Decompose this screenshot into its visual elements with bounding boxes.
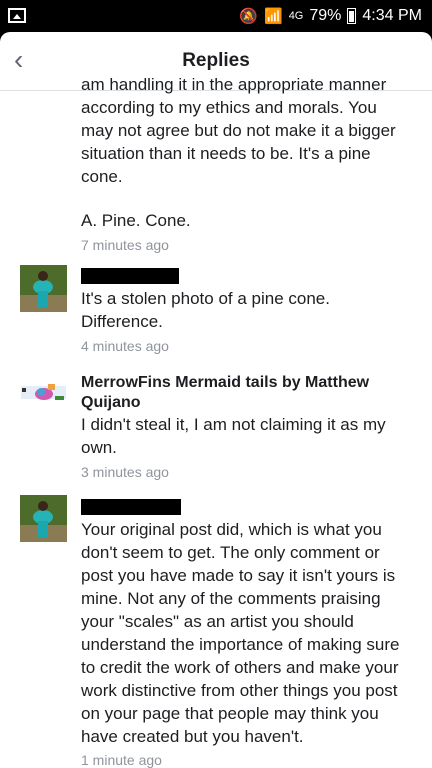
comment-time: 7 minutes ago (81, 237, 169, 253)
status-right: 🔕 📶 4G 79% 4:34 PM (239, 6, 422, 26)
comment-text: Your original post did, which is what yo… (81, 520, 400, 746)
comment-4: Your original post did, which is what yo… (81, 518, 406, 768)
avatar-logo (20, 370, 67, 417)
avatar-photo (20, 265, 67, 312)
comment-text: I didn't steal it, I am not claiming it … (81, 415, 386, 457)
commenter-name[interactable]: MerrowFins Mermaid tails by Matthew Quij… (81, 373, 406, 413)
comment-1: am handling it in the appropriate manner… (81, 73, 411, 253)
avatar-photo (20, 495, 67, 542)
avatar[interactable] (20, 265, 67, 312)
gallery-notification-icon (8, 8, 26, 23)
comment-time: 4 minutes ago (81, 338, 169, 354)
comment-time: 1 minute ago (81, 752, 162, 768)
comment-list[interactable]: am handling it in the appropriate manner… (0, 75, 432, 768)
status-bar: 🔕 📶 4G 79% 4:34 PM (0, 0, 432, 32)
comment-2: It's a stolen photo of a pine cone. Diff… (81, 287, 406, 354)
battery-icon (347, 8, 357, 24)
wifi-icon: 📶 (264, 8, 283, 25)
network-type: 4G (288, 10, 304, 22)
avatar[interactable] (20, 495, 67, 542)
avatar[interactable] (20, 370, 67, 417)
comment-text-2: A. Pine. Cone. (81, 211, 191, 230)
battery-percent: 79% (309, 7, 342, 24)
comment-text: It's a stolen photo of a pine cone. Diff… (81, 289, 330, 331)
page-title: Replies (182, 50, 250, 71)
clock: 4:34 PM (362, 7, 422, 24)
redacted-name (81, 499, 181, 515)
redacted-name (81, 268, 179, 284)
comment-3: MerrowFins Mermaid tails by Matthew Quij… (81, 373, 406, 480)
mute-icon: 🔕 (239, 8, 258, 25)
comment-time: 3 minutes ago (81, 464, 169, 480)
comment-text: am handling it in the appropriate manner… (81, 75, 396, 186)
replies-sheet: ‹ Replies am handling it in the appropri… (0, 32, 432, 768)
